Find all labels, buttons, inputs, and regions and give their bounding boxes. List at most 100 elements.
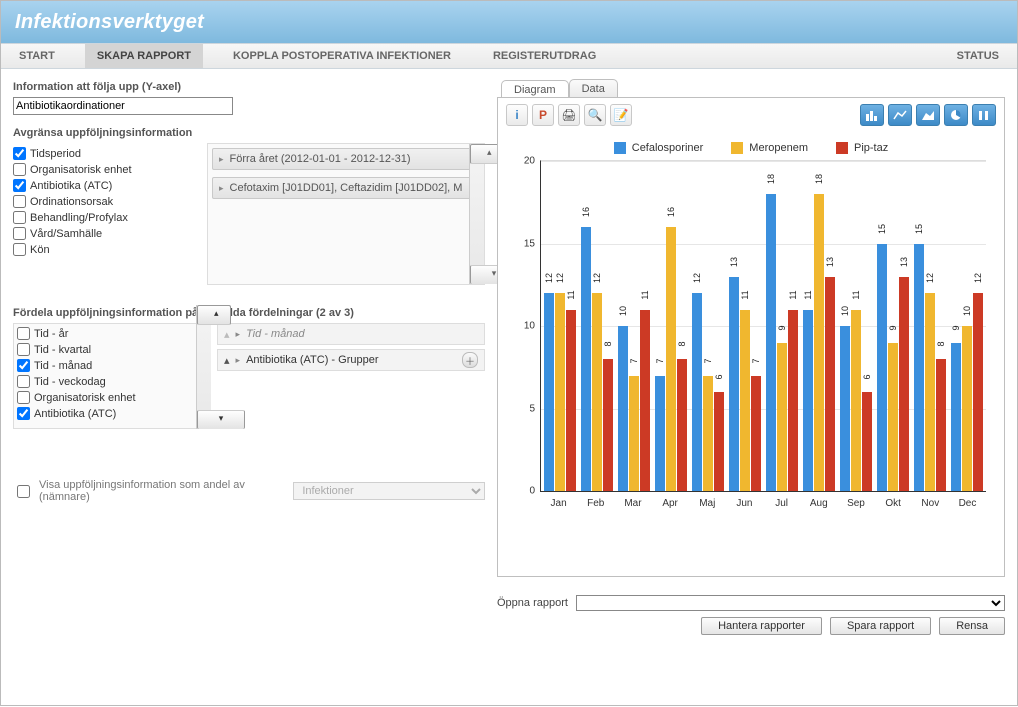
chart-type-bar-icon[interactable] bbox=[860, 104, 884, 126]
filter-beh[interactable]: Behandling/Profylax bbox=[13, 211, 203, 224]
bar: 12 bbox=[925, 293, 935, 491]
tab-data[interactable]: Data bbox=[569, 79, 618, 98]
checkbox-beh[interactable] bbox=[13, 211, 26, 224]
bar: 12 bbox=[555, 293, 565, 491]
clear-button[interactable]: Rensa bbox=[939, 617, 1005, 635]
dist-scrollbar[interactable]: ▴ ▾ bbox=[196, 305, 211, 429]
filter-vard[interactable]: Vård/Samhälle bbox=[13, 227, 203, 240]
selected-month-row[interactable]: ▴ ▸ Tid - månad bbox=[217, 323, 485, 345]
yaxis-select[interactable]: Antibiotikaordinationer bbox=[13, 97, 233, 115]
bar-group: 1276 bbox=[689, 161, 726, 491]
filter-value-atc[interactable]: ▸Cefotaxim [J01DD01], Ceftazidim [J01DD0… bbox=[212, 177, 480, 199]
filter-tidsperiod[interactable]: Tidsperiod bbox=[13, 147, 203, 160]
filter-org[interactable]: Organisatorisk enhet bbox=[13, 163, 203, 176]
filter-scrollbar[interactable]: ▴ ▾ bbox=[469, 144, 484, 284]
bar: 13 bbox=[899, 277, 909, 492]
dist-weekday[interactable]: Tid - veckodag bbox=[17, 375, 192, 388]
chevron-right-icon: ▸ bbox=[219, 154, 224, 165]
checkbox-atc[interactable] bbox=[13, 179, 26, 192]
chart-tabs: Diagram Data bbox=[497, 79, 1005, 98]
bar: 10 bbox=[962, 326, 972, 491]
bar-value-label: 12 bbox=[544, 273, 554, 283]
chart-area: CefalosporinerMeropenemPip-taz 051015201… bbox=[506, 142, 996, 542]
bar-value-label: 16 bbox=[666, 207, 676, 217]
bar-value-label: 7 bbox=[703, 358, 713, 363]
legend-swatch bbox=[731, 142, 743, 154]
checkbox-dist-year[interactable] bbox=[17, 327, 30, 340]
scroll-down-icon[interactable]: ▾ bbox=[197, 410, 245, 429]
dist-year[interactable]: Tid - år bbox=[17, 327, 192, 340]
checkbox-dist-org[interactable] bbox=[17, 391, 30, 404]
legend-swatch bbox=[836, 142, 848, 154]
checkbox-dist-atc[interactable] bbox=[17, 407, 30, 420]
filter-area: Tidsperiod Organisatorisk enhet Antibiot… bbox=[13, 143, 485, 285]
scroll-up-icon[interactable]: ▴ bbox=[197, 305, 231, 325]
checkbox-orsak[interactable] bbox=[13, 195, 26, 208]
menu-koppla[interactable]: KOPPLA POSTOPERATIVA INFEKTIONER bbox=[221, 44, 463, 68]
x-tick-label: Aug bbox=[800, 492, 837, 509]
reorder-handle-icon[interactable]: ▴ bbox=[224, 354, 230, 367]
menu-status[interactable]: STATUS bbox=[945, 44, 1011, 68]
chart-type-line-icon[interactable] bbox=[888, 104, 912, 126]
checkbox-proportion[interactable] bbox=[17, 485, 30, 498]
distribution-options: Fördela uppföljningsinformation på Tid -… bbox=[13, 305, 211, 429]
dist-org[interactable]: Organisatorisk enhet bbox=[17, 391, 192, 404]
menu-registerutdrag[interactable]: REGISTERUTDRAG bbox=[481, 44, 608, 68]
menu-create-report[interactable]: SKAPA RAPPORT bbox=[85, 44, 203, 68]
save-report-button[interactable]: Spara rapport bbox=[830, 617, 931, 635]
checkbox-vard[interactable] bbox=[13, 227, 26, 240]
manage-reports-button[interactable]: Hantera rapporter bbox=[701, 617, 822, 635]
bar-group: 13117 bbox=[726, 161, 763, 491]
title-bar: Infektionsverktyget bbox=[1, 1, 1017, 43]
chart-x-labels: JanFebMarAprMajJunJulAugSepOktNovDec bbox=[540, 492, 986, 509]
checkbox-tidsperiod[interactable] bbox=[13, 147, 26, 160]
filter-value-tidsperiod[interactable]: ▸Förra året (2012-01-01 - 2012-12-31) bbox=[212, 148, 480, 170]
dist-atc[interactable]: Antibiotika (ATC) bbox=[17, 407, 192, 420]
chart-plot: 0510152012121116128107117168127613117189… bbox=[540, 160, 986, 492]
y-tick-label: 5 bbox=[529, 403, 541, 414]
bar: 13 bbox=[729, 277, 739, 492]
bar-value-label: 11 bbox=[640, 290, 650, 299]
menu-start[interactable]: START bbox=[7, 44, 67, 68]
checkbox-dist-weekday[interactable] bbox=[17, 375, 30, 388]
open-report-select[interactable] bbox=[576, 595, 1005, 611]
bar-value-label: 10 bbox=[618, 306, 628, 316]
dist-month[interactable]: Tid - månad bbox=[17, 359, 192, 372]
filter-atc[interactable]: Antibiotika (ATC) bbox=[13, 179, 203, 192]
bar-group: 10116 bbox=[838, 161, 875, 491]
chart-type-col-icon[interactable] bbox=[972, 104, 996, 126]
proportion-row: Visa uppföljningsinformation som andel a… bbox=[13, 479, 485, 503]
distribution-area: Fördela uppföljningsinformation på Tid -… bbox=[13, 305, 485, 429]
x-tick-label: Feb bbox=[577, 492, 614, 509]
checkbox-dist-quarter[interactable] bbox=[17, 343, 30, 356]
bar-value-label: 18 bbox=[766, 174, 776, 184]
checkbox-dist-month[interactable] bbox=[17, 359, 30, 372]
checkbox-kon[interactable] bbox=[13, 243, 26, 256]
bar-value-label: 12 bbox=[692, 273, 702, 283]
bar-value-label: 11 bbox=[803, 290, 813, 299]
selected-atc-row[interactable]: ▴ ▸ Antibiotika (ATC) - Grupper ＋ bbox=[217, 349, 485, 371]
chart-type-pie-icon[interactable] bbox=[944, 104, 968, 126]
filter-orsak[interactable]: Ordinationsorsak bbox=[13, 195, 203, 208]
edit-icon[interactable]: 📝 bbox=[610, 104, 632, 126]
zoom-icon[interactable]: 🔍 bbox=[584, 104, 606, 126]
bar-value-label: 8 bbox=[677, 341, 687, 346]
info-icon[interactable]: i bbox=[506, 104, 528, 126]
left-panel: Information att följa upp (Y-axel) Antib… bbox=[13, 79, 485, 695]
powerpoint-icon[interactable]: P bbox=[532, 104, 554, 126]
bar-value-label: 8 bbox=[603, 341, 613, 346]
add-icon[interactable]: ＋ bbox=[462, 352, 478, 368]
print-icon[interactable]: 🖨 bbox=[558, 104, 580, 126]
bar: 9 bbox=[777, 343, 787, 492]
open-report-row: Öppna rapport bbox=[497, 595, 1005, 611]
selected-title: Valda fördelningar (2 av 3) bbox=[217, 307, 485, 319]
reorder-handle-icon[interactable]: ▴ bbox=[224, 328, 230, 341]
bar-value-label: 6 bbox=[862, 374, 872, 379]
chart-type-area-icon[interactable] bbox=[916, 104, 940, 126]
filter-kon[interactable]: Kön bbox=[13, 243, 203, 256]
bar-value-label: 18 bbox=[814, 174, 824, 184]
bar-groups: 1212111612810711716812761311718911111813… bbox=[541, 161, 986, 491]
checkbox-org[interactable] bbox=[13, 163, 26, 176]
dist-quarter[interactable]: Tid - kvartal bbox=[17, 343, 192, 356]
bar-value-label: 7 bbox=[655, 358, 665, 363]
